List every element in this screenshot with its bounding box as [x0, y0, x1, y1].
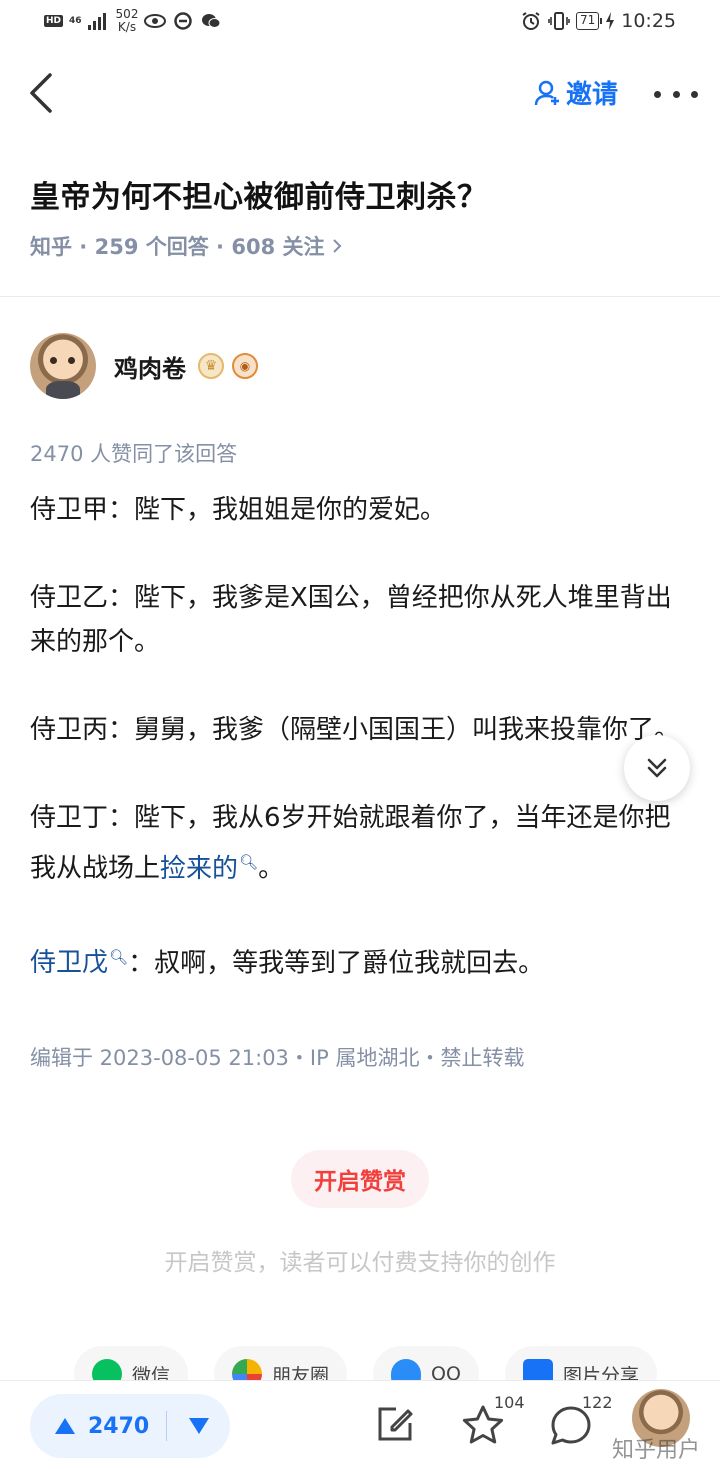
- more-dot-icon: [691, 90, 698, 98]
- edit-button[interactable]: [374, 1403, 418, 1447]
- answer-paragraph: 侍卫甲：陛下，我姐姐是你的爱妃。: [30, 495, 447, 525]
- edge-icon: [172, 12, 194, 30]
- charging-icon: [605, 12, 615, 30]
- answer-text: 侍卫丁：陛下，我从6岁开始就跟着你了，当年还是你把我从战场上: [30, 803, 671, 884]
- keyword-link-text: 捡来的: [160, 853, 239, 884]
- hd-badge: HD: [44, 15, 64, 27]
- battery-icon: 71: [575, 12, 603, 30]
- answer-paragraph: 侍卫乙：陛下，我爹是X国公，曾经把你从死人堆里背出来的那个。: [30, 583, 672, 657]
- alarm-icon: [520, 12, 542, 30]
- answer-text: ：叔啊，等我等到了爵位我就回去。: [128, 948, 545, 979]
- back-arrow-icon: [30, 73, 52, 113]
- downvote-button[interactable]: [167, 1417, 230, 1435]
- vote-count: 2470: [88, 1413, 150, 1439]
- eye-badge-icon[interactable]: ◉: [232, 353, 258, 379]
- network-speed: 502 K/s: [116, 8, 139, 34]
- chevron-right-icon: [332, 239, 341, 253]
- clock: 10:25: [621, 10, 676, 32]
- answer-text: 。: [258, 853, 285, 884]
- more-dot-icon: [672, 90, 680, 98]
- search-icon: 🔍︎: [239, 853, 259, 871]
- upvote-triangle-icon: [55, 1418, 75, 1434]
- crown-badge-icon[interactable]: ♛: [198, 353, 224, 379]
- speed-unit: K/s: [117, 20, 137, 34]
- search-icon: 🔍︎: [109, 947, 129, 966]
- keyword-link[interactable]: 侍卫戊🔍︎: [30, 947, 129, 979]
- vibrate-icon: [548, 12, 570, 30]
- author-row[interactable]: 鸡肉卷 ♛ ◉: [30, 333, 258, 399]
- add-user-icon: [534, 80, 559, 105]
- edit-info: 编辑于 2023-08-05 21:03・IP 属地湖北・禁止转载: [30, 1046, 525, 1070]
- answer-paragraph: 侍卫丁：陛下，我从6岁开始就跟着你了，当年还是你把我从战场上捡来的🔍︎。: [30, 796, 690, 891]
- invite-button[interactable]: 邀请: [534, 74, 618, 111]
- scroll-next-button[interactable]: [624, 735, 690, 801]
- divider: [0, 296, 720, 297]
- question-meta-text: 知乎 · 259 个回答 · 608 关注: [30, 235, 325, 259]
- network-type: 46: [69, 15, 82, 26]
- speed-value: 502: [115, 7, 139, 21]
- double-chevron-down-icon: [647, 758, 667, 778]
- question-meta[interactable]: 知乎 · 259 个回答 · 608 关注: [30, 231, 343, 261]
- watermark: 知乎用户: [612, 1438, 701, 1463]
- wechat-status-icon: [200, 12, 222, 30]
- more-options-button[interactable]: [654, 82, 698, 106]
- upvote-button[interactable]: 2470: [30, 1414, 166, 1439]
- favorite-count: 104: [494, 1393, 525, 1412]
- downvote-triangle-icon: [188, 1418, 209, 1434]
- more-dot-icon: [654, 90, 661, 98]
- vote-pill: 2470: [30, 1394, 230, 1458]
- author-avatar[interactable]: [30, 333, 96, 399]
- invite-label: 邀请: [566, 80, 619, 110]
- status-right: 71 10:25: [520, 10, 676, 32]
- keyword-link[interactable]: 捡来的🔍︎: [160, 853, 259, 884]
- edit-icon: [378, 1407, 413, 1441]
- comment-count: 122: [582, 1393, 613, 1412]
- back-button[interactable]: [22, 68, 62, 118]
- vote-summary: 2470 人赞同了该回答: [30, 442, 238, 466]
- reward-description: 开启赞赏，读者可以付费支持你的创作: [164, 1250, 556, 1276]
- status-bar: HD 46 502 K/s 71 10:25: [0, 0, 720, 46]
- answer-paragraph: 侍卫丙：舅舅，我爹（隔壁小国国王）叫我来投靠你了。: [30, 715, 681, 745]
- question-title[interactable]: 皇帝为何不担心被御前侍卫刺杀？: [30, 172, 488, 216]
- keyword-link-text: 侍卫戊: [30, 948, 109, 979]
- signal-icon: [87, 12, 106, 30]
- eye-icon: [144, 12, 167, 30]
- author-name[interactable]: 鸡肉卷: [114, 349, 186, 384]
- answer-content: 侍卫甲：陛下，我姐姐是你的爱妃。 侍卫乙：陛下，我爹是X国公，曾经把你从死人堆里…: [30, 488, 690, 985]
- status-left: HD 46 502 K/s: [44, 8, 222, 34]
- top-nav-bar: 邀请: [0, 50, 720, 134]
- enable-reward-button[interactable]: 开启赞赏: [291, 1150, 429, 1208]
- answer-paragraph: 侍卫戊🔍︎：叔啊，等我等到了爵位我就回去。: [30, 935, 690, 986]
